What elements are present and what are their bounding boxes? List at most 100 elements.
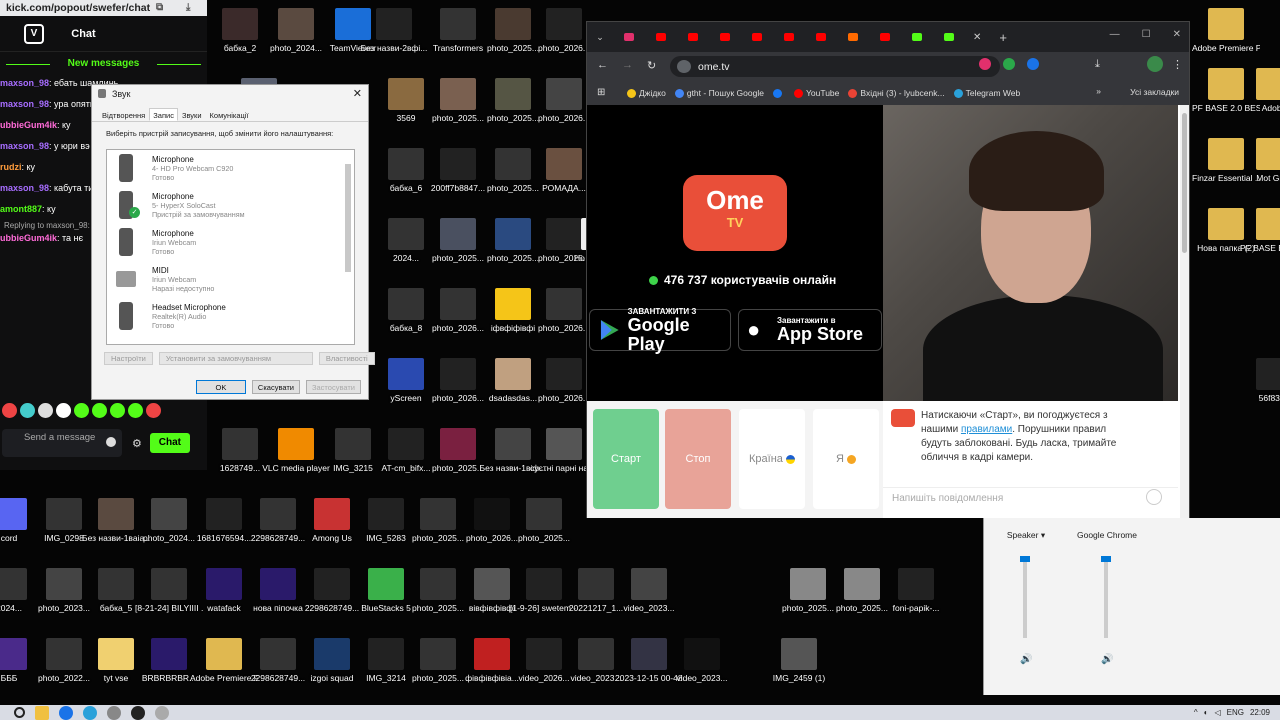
translate-icon[interactable]: ⧉ (156, 2, 163, 13)
emote-icon[interactable] (74, 403, 89, 418)
download-icon[interactable]: ⤓ (186, 2, 190, 13)
desktop-icon[interactable]: Adobe Premiere P... (1192, 8, 1260, 53)
browser-tab[interactable] (645, 22, 677, 52)
speaker-label[interactable]: Speaker (1007, 530, 1039, 540)
recording-device[interactable]: ✓ Microphone 5- HyperX SoloCast Пристрій за… (107, 187, 354, 224)
app-icon[interactable] (155, 705, 169, 720)
desktop-icon[interactable]: photo_2025... (510, 498, 578, 543)
clock[interactable]: 22:09 (1250, 708, 1270, 717)
device-list-scrollbar[interactable] (344, 152, 352, 342)
tab-sounds[interactable]: Звуки (178, 108, 206, 121)
kick-logo-icon[interactable]: V (24, 24, 44, 44)
more-bookmarks-icon[interactable]: » (1096, 86, 1101, 96)
tab-communications[interactable]: Комунікації (206, 108, 253, 121)
profile-avatar[interactable] (1147, 56, 1163, 72)
reload-icon[interactable]: ↻ (647, 59, 656, 72)
browser-tab[interactable] (901, 22, 933, 52)
volume-track[interactable] (1023, 558, 1027, 638)
close-tab-icon[interactable]: ✕ (973, 32, 981, 43)
chevron-down-icon[interactable]: ▾ (1041, 530, 1045, 540)
volume-slider[interactable] (1101, 556, 1111, 562)
bookmark-item[interactable]: gtht - Пошук Google (674, 88, 764, 98)
chat-username[interactable]: maxson_98 (0, 78, 49, 88)
emote-icon[interactable] (146, 403, 161, 418)
chat-username[interactable]: rudzi (0, 162, 22, 172)
ok-button[interactable]: OK (195, 380, 246, 394)
minimize-icon[interactable]: — (1110, 29, 1120, 40)
recording-device[interactable]: Microphone 4- HD Pro Webcam C920 Готово (107, 150, 354, 187)
google-play-button[interactable]: ЗАВАНТАЖИТИ З Google Play (589, 307, 731, 353)
language-indicator[interactable]: ENG (1227, 708, 1244, 717)
browser-tab[interactable] (613, 22, 645, 52)
chat-username[interactable]: ubbieGum4ik (0, 120, 57, 130)
rules-link[interactable]: правилами (961, 424, 1012, 435)
emote-icon[interactable] (2, 403, 17, 418)
chat-username[interactable]: maxson_98 (0, 141, 49, 151)
chat-username[interactable]: maxson_98 (0, 99, 49, 109)
browser-tab[interactable] (837, 22, 869, 52)
recording-device[interactable]: Headset Microphone Realtek(R) Audio Готово (107, 298, 354, 335)
apply-button[interactable]: Застосувати (305, 380, 361, 394)
back-icon[interactable]: ← (597, 59, 608, 71)
configure-button[interactable]: Настроїти (104, 352, 153, 365)
emote-icon[interactable] (38, 403, 53, 418)
message-input[interactable]: Напишіть повідомлення (883, 487, 1178, 509)
emote-icon[interactable] (20, 403, 35, 418)
tab-playback[interactable]: Відтворення (98, 108, 149, 121)
desktop-icon[interactable]: 56f8300 (1240, 358, 1280, 403)
country-button[interactable]: Країна (739, 409, 805, 509)
file-explorer-icon[interactable] (35, 705, 49, 720)
recording-device[interactable]: MIDI Iriun Webcam Наразі недоступно (107, 261, 354, 298)
page-scrollbar[interactable] (1180, 105, 1189, 518)
desktop-icon[interactable]: Mot Grap (1240, 138, 1280, 183)
close-window-icon[interactable]: ✕ (1173, 29, 1181, 40)
speaker-icon[interactable]: 🔊 (1101, 654, 1113, 665)
desktop-icon[interactable]: PF BASE BEST P (1240, 208, 1280, 253)
browser-tab[interactable] (709, 22, 741, 52)
obs-icon[interactable] (131, 705, 145, 720)
desktop-icon[interactable]: video_2023... (668, 638, 736, 683)
site-info-icon[interactable] (677, 60, 691, 73)
stop-button[interactable]: Стоп (665, 409, 731, 509)
bookmark-item[interactable]: Telegram Web (953, 88, 1020, 98)
app-icon[interactable] (107, 705, 121, 720)
extension-icon[interactable] (1027, 58, 1039, 70)
browser-tab[interactable] (773, 22, 805, 52)
chat-username[interactable]: ubbieGum4ik (0, 233, 57, 243)
search-icon[interactable] (14, 707, 25, 718)
speaker-icon[interactable]: 🔊 (1020, 654, 1032, 665)
chat-username[interactable]: maxson_98 (0, 183, 49, 193)
bookmark-item[interactable] (772, 88, 785, 98)
tray-chevron-icon[interactable]: ^ (1194, 708, 1198, 717)
maximize-icon[interactable]: ☐ (1142, 29, 1151, 40)
browser-tab[interactable] (933, 22, 965, 52)
desktop-icon[interactable]: Adobe (1240, 68, 1280, 113)
network-icon[interactable]: ◐ (1204, 708, 1209, 717)
desktop-icon[interactable]: foni-papik-... (882, 568, 950, 613)
address-bar[interactable]: ome.tv ☆ (670, 56, 1000, 77)
properties-button[interactable]: Властивості (318, 352, 375, 365)
browser-tab[interactable] (741, 22, 773, 52)
extension-icon[interactable] (979, 58, 991, 70)
forward-icon[interactable]: → (622, 59, 633, 71)
all-bookmarks[interactable]: Усі закладки (1130, 87, 1179, 97)
chat-username[interactable]: amont887 (0, 204, 42, 214)
apps-icon[interactable]: ⊞ (597, 87, 605, 98)
desktop-icon[interactable]: IMG_2459 (1) (765, 638, 833, 683)
set-default-button[interactable]: Установити за замовчуванням (158, 352, 313, 365)
send-chat-button[interactable]: Chat (149, 433, 190, 453)
emote-icon[interactable] (110, 403, 125, 418)
volume-track[interactable] (1104, 558, 1108, 638)
desktop-icon[interactable]: video_2023... (615, 568, 683, 613)
volume-slider[interactable] (1020, 556, 1030, 562)
chrome-icon[interactable] (59, 705, 73, 720)
cancel-button[interactable]: Скасувати (251, 380, 300, 394)
desktop-icon[interactable]: Без назви-2вфі... (360, 8, 428, 53)
tab-recording[interactable]: Запис (149, 108, 178, 121)
emote-icon[interactable] (56, 403, 71, 418)
extension-icon[interactable] (1003, 58, 1015, 70)
new-tab-icon[interactable]: + (999, 30, 1007, 45)
tab-search-icon[interactable]: ⌄ (587, 22, 613, 52)
emote-icon[interactable] (92, 403, 107, 418)
telegram-icon[interactable] (83, 705, 97, 720)
